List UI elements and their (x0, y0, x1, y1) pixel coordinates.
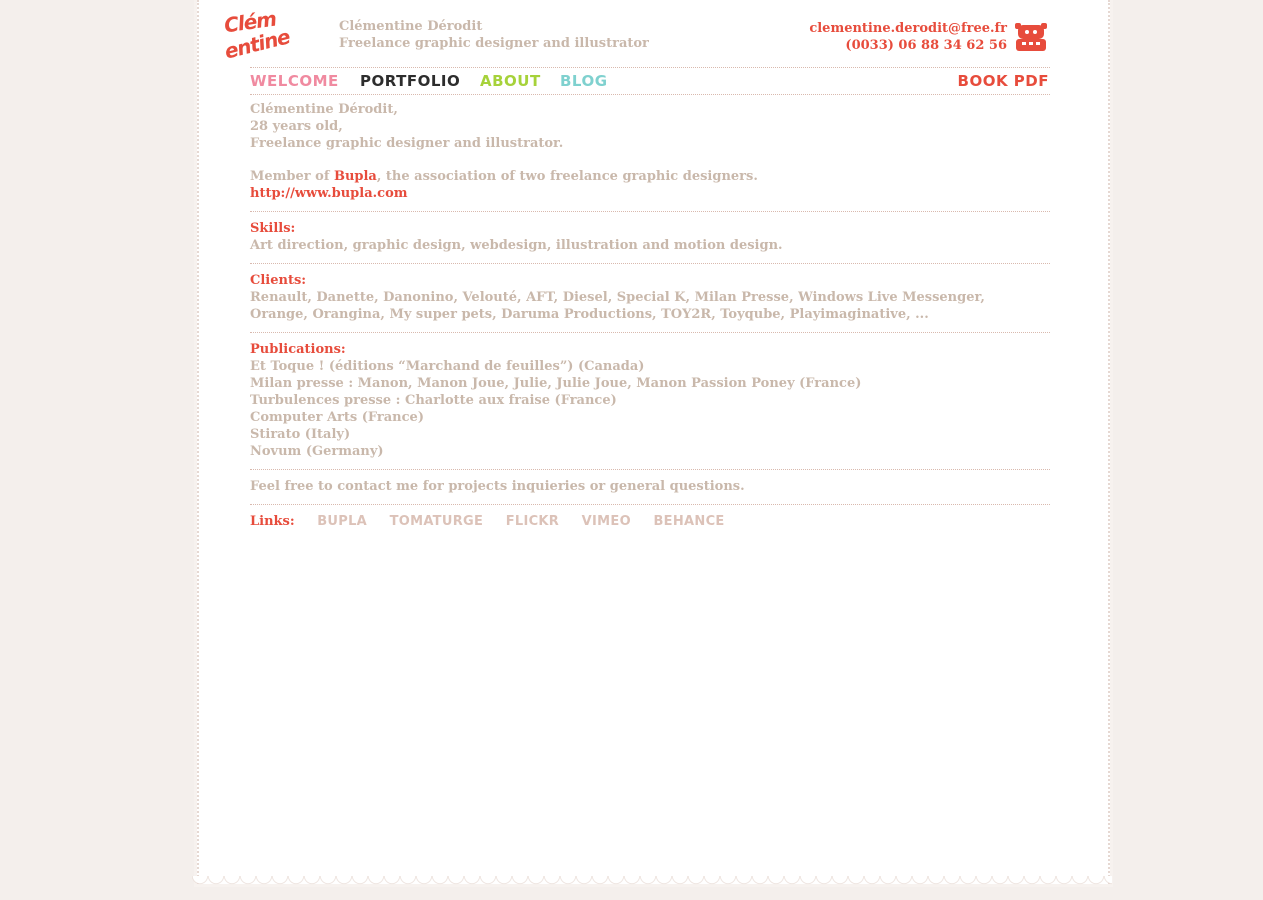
scalloped-bottom-edge (192, 876, 1112, 892)
intro-line-3: Freelance graphic designer and illustrat… (250, 136, 564, 151)
nav-welcome[interactable]: WELCOME (250, 72, 339, 90)
publication-item: Novum (Germany) (250, 444, 384, 459)
nav-portfolio[interactable]: PORTFOLIO (360, 72, 460, 90)
about-content: Clémentine Dérodit, 28 years old, Freela… (250, 101, 1050, 530)
nav-blog[interactable]: BLOG (560, 72, 608, 90)
nav-about[interactable]: ABOUT (480, 72, 541, 90)
phone-robot-icon (1015, 23, 1047, 51)
member-line: Member of Bupla, the association of two … (250, 168, 1050, 185)
intro-line-1: Clémentine Dérodit, (250, 102, 398, 117)
header-divider (250, 67, 1050, 68)
bupla-link[interactable]: Bupla (334, 169, 377, 184)
phone-number: (0033) 06 88 34 62 56 (845, 38, 1007, 53)
clients-title: Clients: (250, 273, 307, 288)
link-behance[interactable]: BEHANCE (653, 514, 724, 529)
skills-text: Art direction, graphic design, webdesign… (250, 238, 783, 253)
member-prefix: Member of (250, 169, 334, 184)
skills-title: Skills: (250, 221, 296, 236)
header-subtitle: Freelance graphic designer and illustrat… (339, 36, 649, 51)
link-tomaturge[interactable]: TOMATURGE (390, 514, 484, 529)
contact-note: Feel free to contact me for projects inq… (250, 479, 745, 494)
publication-item: Stirato (Italy) (250, 427, 351, 442)
clients-line-2: Orange, Orangina, My super pets, Daruma … (250, 307, 929, 322)
member-suffix: , the association of two freelance graph… (376, 169, 758, 184)
links-row: Links: BUPLA TOMATURGE FLICKR VIMEO BEHA… (250, 513, 1050, 530)
header-contact: clementine.derodit@free.fr (0033) 06 88 … (809, 20, 1007, 54)
section-divider (250, 469, 1050, 470)
link-vimeo[interactable]: VIMEO (582, 514, 631, 529)
site-logo[interactable]: Clém entine (220, 7, 300, 64)
publication-item: Et Toque ! (éditions “Marchand de feuill… (250, 359, 645, 374)
email-link[interactable]: clementine.derodit@free.fr (809, 20, 1007, 37)
section-divider (250, 211, 1050, 212)
clients-line-1: Renault, Danette, Danonino, Velouté, AFT… (250, 290, 985, 305)
header-name: Clémentine Dérodit (339, 19, 483, 34)
link-bupla[interactable]: BUPLA (317, 514, 367, 529)
publication-item: Turbulences presse : Charlotte aux frais… (250, 393, 617, 408)
publication-item: Computer Arts (France) (250, 410, 424, 425)
intro-line-2: 28 years old, (250, 119, 343, 134)
nav-book-pdf[interactable]: BOOK PDF (958, 72, 1049, 90)
section-divider (250, 263, 1050, 264)
link-flickr[interactable]: FLICKR (506, 514, 559, 529)
bupla-url-link[interactable]: http://www.bupla.com (250, 185, 1050, 202)
nav-divider (250, 94, 1050, 95)
publication-item: Milan presse : Manon, Manon Joue, Julie,… (250, 376, 862, 391)
section-divider (250, 504, 1050, 505)
publications-title: Publications: (250, 342, 346, 357)
links-label: Links: (250, 514, 295, 529)
section-divider (250, 332, 1050, 333)
